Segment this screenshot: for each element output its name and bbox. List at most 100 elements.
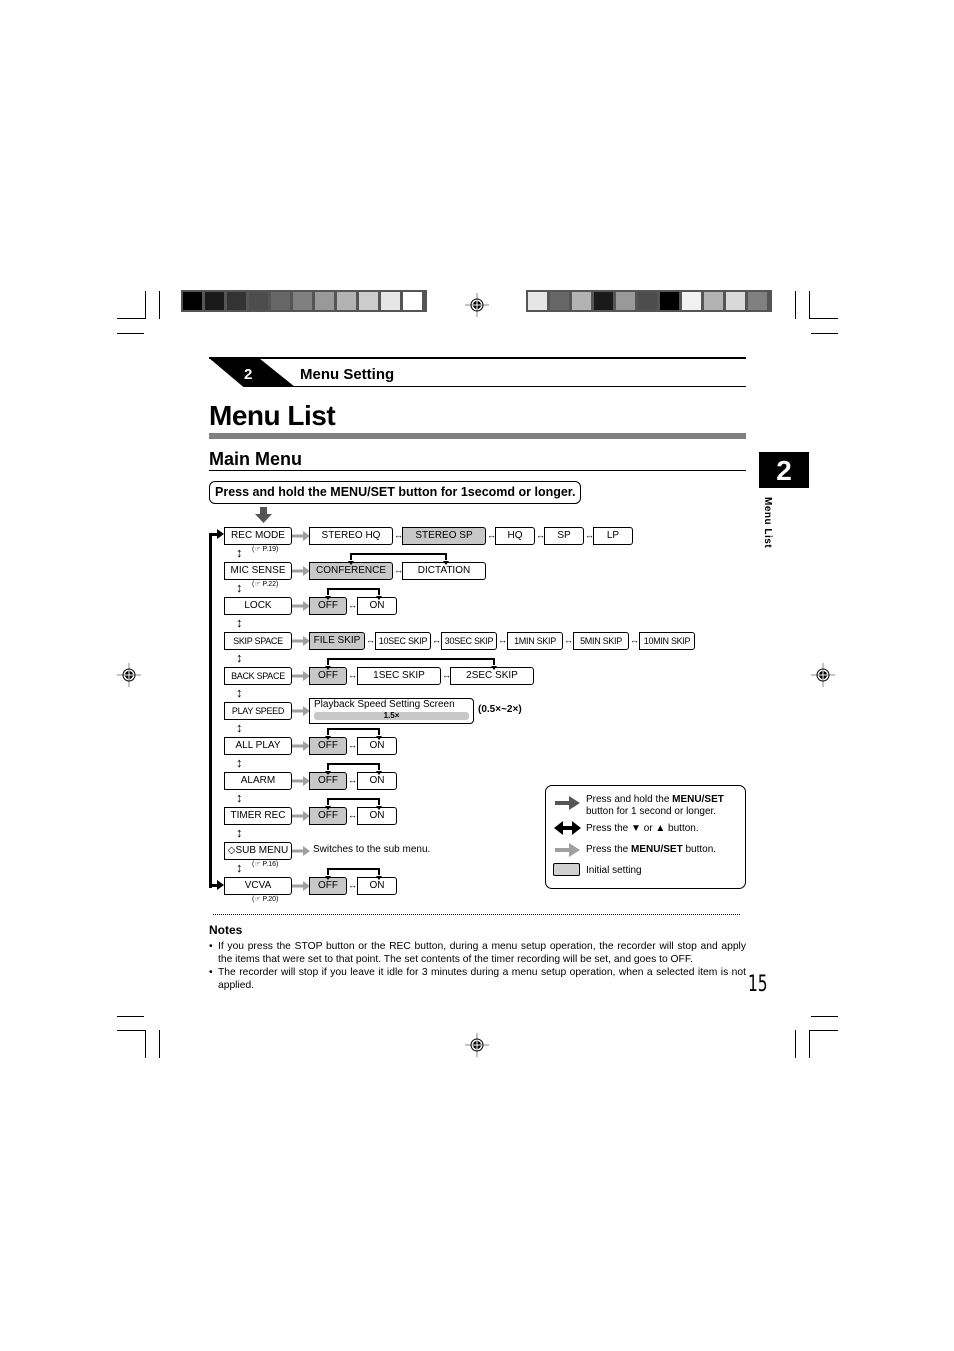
- press-arrow-icon: [292, 741, 310, 751]
- updown-double-arrow-icon: [554, 821, 581, 835]
- crop-mark: [809, 291, 810, 319]
- color-swatch: [381, 292, 400, 310]
- registration-mark-icon: [117, 663, 141, 687]
- color-swatch: [528, 292, 547, 310]
- option-1sec-skip[interactable]: 1SEC SKIP: [357, 667, 441, 685]
- double-arrow-icon: ↔: [348, 880, 357, 890]
- press-arrow-icon: [292, 846, 310, 856]
- option-stereo-sp[interactable]: STEREO SP: [402, 527, 486, 545]
- playback-speed-value: 1.5×: [314, 712, 469, 720]
- double-arrow-icon: ↔: [348, 670, 357, 680]
- crop-mark: [117, 1016, 144, 1017]
- wrap-around-arrow: [325, 798, 382, 810]
- menu-item-timerrec[interactable]: TIMER REC: [224, 807, 292, 825]
- color-swatch: [337, 292, 356, 310]
- dotted-separator: [213, 914, 740, 915]
- menu-item-skipspace[interactable]: SKIP SPACE: [224, 632, 292, 650]
- page-title: Menu List: [209, 400, 336, 431]
- crop-mark: [809, 1030, 810, 1058]
- color-swatch: [183, 292, 202, 310]
- updown-arrow-icon: ↕: [236, 790, 243, 805]
- crop-mark: [795, 291, 796, 319]
- subtitle: Main Menu: [209, 449, 302, 469]
- loop-arrow-right-icon: [209, 880, 224, 890]
- press-arrow-icon: [292, 531, 310, 541]
- color-swatch: [572, 292, 591, 310]
- crop-mark: [795, 1030, 796, 1058]
- option-file-skip[interactable]: FILE SKIP: [309, 632, 365, 650]
- menu-item-submenu[interactable]: ◇SUB MENU: [224, 842, 292, 860]
- legend-hold-text: Press and hold the MENU/SET button for 1 …: [586, 794, 724, 817]
- double-arrow-icon: ↔: [366, 635, 375, 645]
- double-arrow-icon: ↔: [348, 740, 357, 750]
- crop-mark: [145, 1030, 146, 1058]
- color-swatch: [403, 292, 422, 310]
- press-arrow-icon: [292, 706, 310, 716]
- double-arrow-icon: ↔: [348, 775, 357, 785]
- press-arrow-icon: [292, 566, 310, 576]
- option-lp[interactable]: LP: [593, 527, 633, 545]
- menu-item-micsense[interactable]: MIC SENSE: [224, 562, 292, 580]
- crop-mark: [145, 291, 146, 319]
- color-swatch: [726, 292, 745, 310]
- menu-item-vcva[interactable]: VCVA: [224, 877, 292, 895]
- section-number: 2: [244, 366, 253, 383]
- loop-arrow-right-icon: [209, 529, 224, 539]
- menu-item-backspace[interactable]: BACK SPACE: [224, 667, 292, 685]
- wrap-around-arrow: [348, 553, 449, 565]
- subtitle-rule: [209, 470, 746, 471]
- crop-mark: [117, 333, 144, 334]
- menu-item-playspeed[interactable]: PLAY SPEED: [224, 702, 292, 720]
- option-hq[interactable]: HQ: [495, 527, 535, 545]
- color-bar-right: [526, 290, 772, 312]
- crop-mark: [159, 1030, 160, 1058]
- wrap-around-arrow: [325, 658, 497, 670]
- option-1min-skip[interactable]: 1MIN SKIP: [507, 632, 563, 650]
- playback-speed-screen: Playback Speed Setting Screen 1.5×: [309, 698, 474, 724]
- option-10min-skip[interactable]: 10MIN SKIP: [639, 632, 695, 650]
- press-arrow-icon: [292, 671, 310, 681]
- legend-box: Press and hold the MENU/SET button for 1 …: [545, 785, 746, 889]
- crop-mark: [811, 1016, 838, 1017]
- page-reference: (☞ P.22): [252, 581, 279, 588]
- bullet: •: [209, 941, 213, 952]
- color-swatch: [682, 292, 701, 310]
- menu-item-recmode[interactable]: REC MODE: [224, 527, 292, 545]
- option-sp[interactable]: SP: [544, 527, 584, 545]
- color-swatch: [315, 292, 334, 310]
- registration-mark-icon: [811, 663, 835, 687]
- menu-item-allplay[interactable]: ALL PLAY: [224, 737, 292, 755]
- section-title: Menu Setting: [300, 366, 395, 383]
- option-30sec-skip[interactable]: 30SEC SKIP: [441, 632, 497, 650]
- page-reference: (☞ P.19): [252, 546, 279, 553]
- updown-arrow-icon: ↕: [236, 685, 243, 700]
- double-arrow-icon: ↔: [630, 635, 639, 645]
- menu-item-alarm[interactable]: ALARM: [224, 772, 292, 790]
- option-stereo-hq[interactable]: STEREO HQ: [309, 527, 393, 545]
- hold-arrow-icon: [555, 796, 580, 810]
- double-arrow-icon: ↔: [498, 635, 507, 645]
- press-arrow-icon: [292, 601, 310, 611]
- double-arrow-icon: ↔: [348, 600, 357, 610]
- color-swatch: [748, 292, 767, 310]
- color-swatch: [616, 292, 635, 310]
- color-swatch: [205, 292, 224, 310]
- color-swatch: [271, 292, 290, 310]
- color-swatch: [704, 292, 723, 310]
- legend-updown-text: Press the ▼ or ▲ button.: [586, 823, 699, 834]
- color-swatch: [293, 292, 312, 310]
- press-arrow-icon: [555, 843, 580, 857]
- color-swatch: [359, 292, 378, 310]
- option-10sec-skip[interactable]: 10SEC SKIP: [375, 632, 431, 650]
- sub-menu-note: Switches to the sub menu.: [313, 844, 431, 855]
- section-rule-top: [209, 357, 746, 359]
- title-rule: [209, 433, 746, 439]
- press-arrow-icon: [292, 881, 310, 891]
- page-reference: (☞ P.20): [252, 896, 279, 903]
- menu-item-lock[interactable]: LOCK: [224, 597, 292, 615]
- double-arrow-icon: ↔: [564, 635, 573, 645]
- option-5min-skip[interactable]: 5MIN SKIP: [573, 632, 629, 650]
- bullet: •: [209, 967, 213, 978]
- legend-initial-text: Initial setting: [586, 865, 642, 876]
- color-bar-left: [181, 290, 427, 312]
